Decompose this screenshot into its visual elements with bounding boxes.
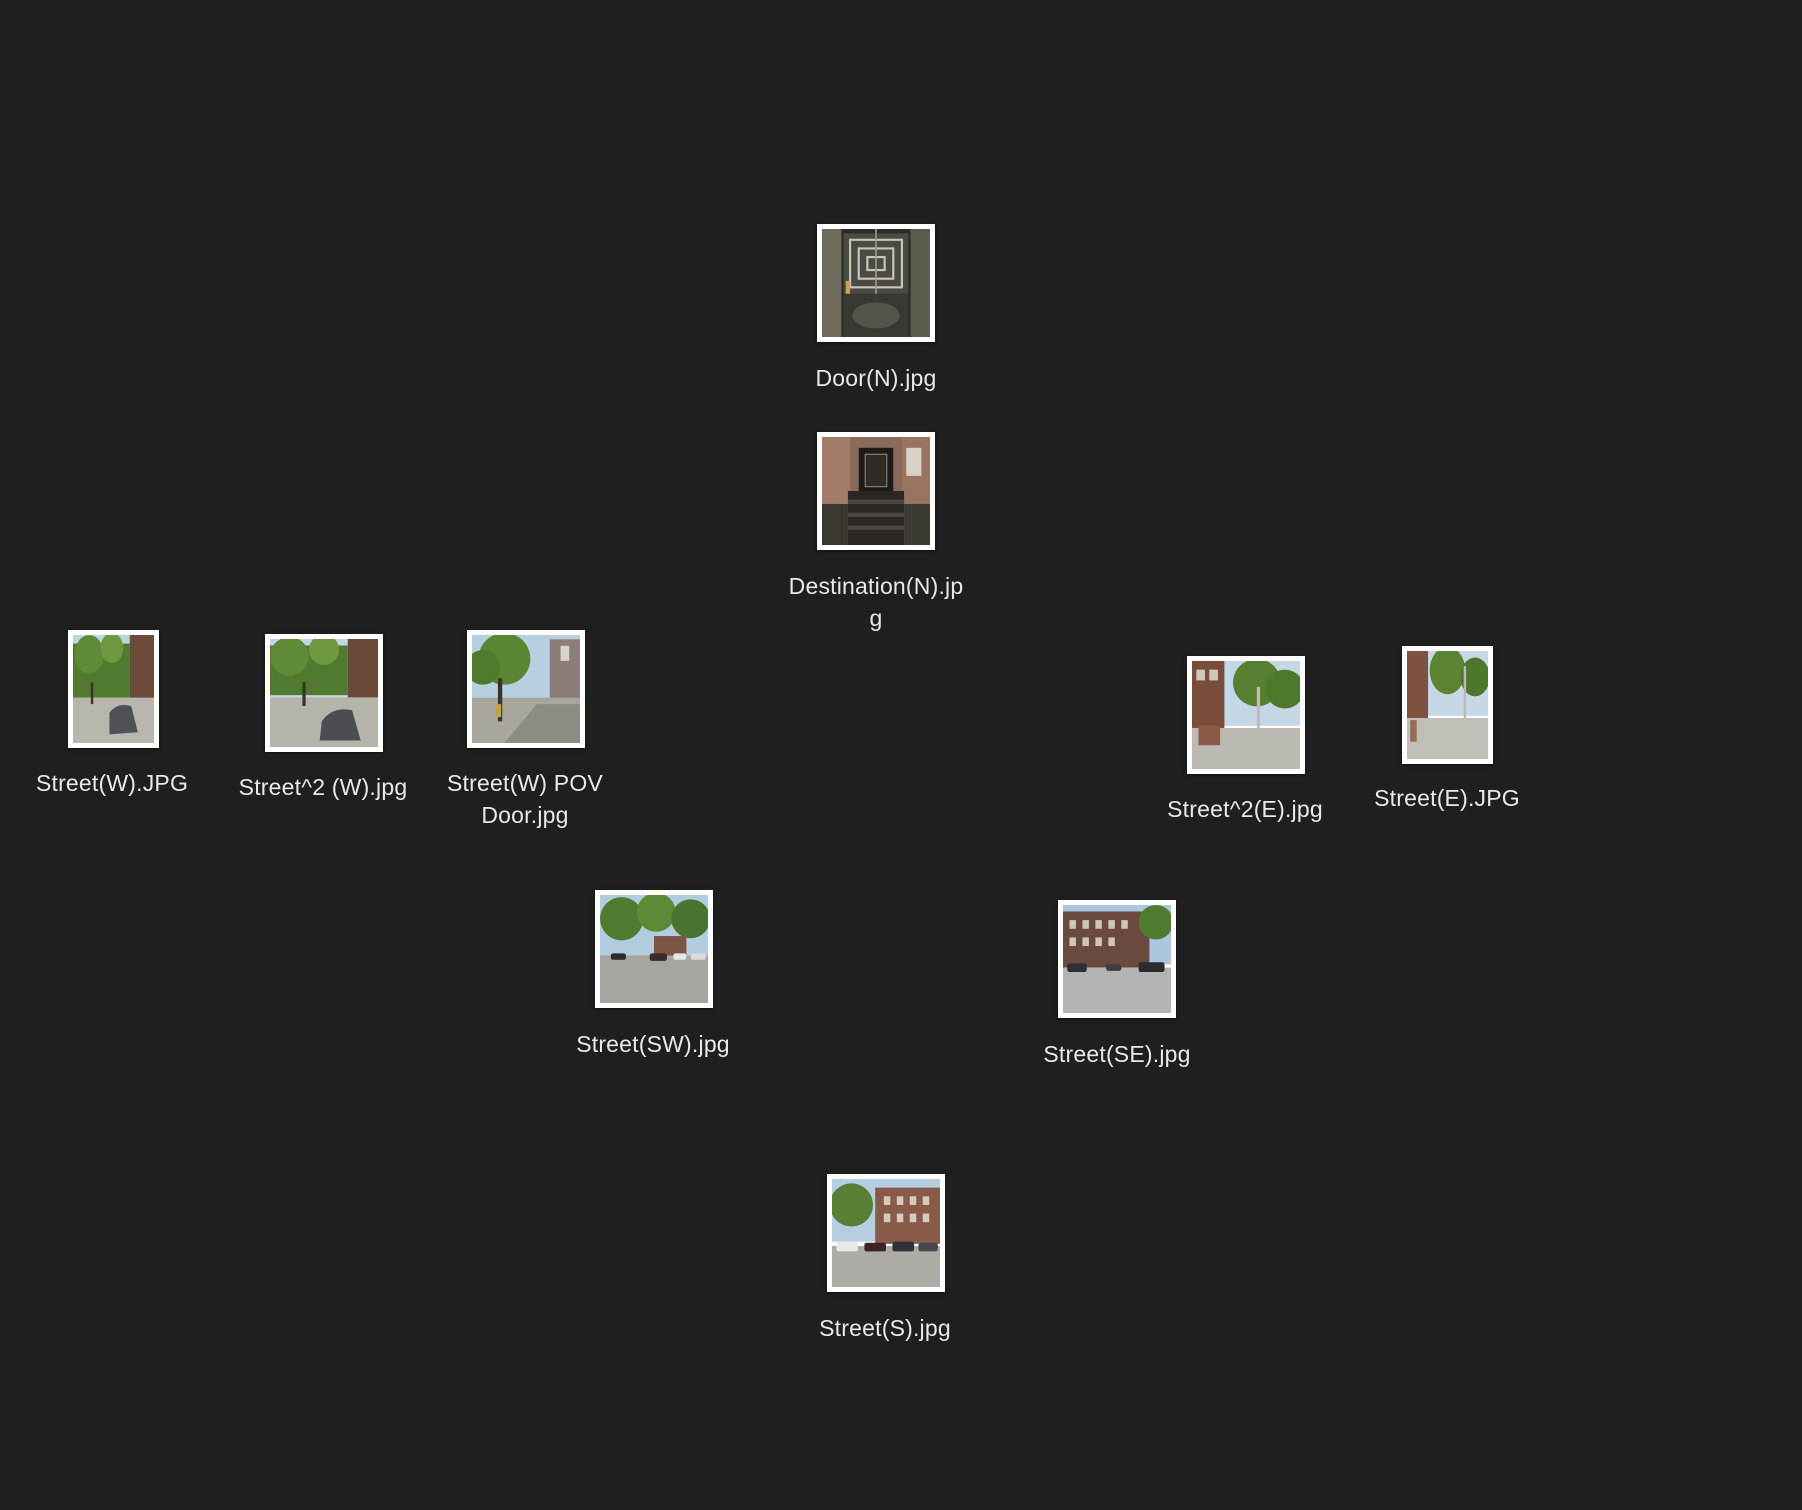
file-name-label: Door(N).jpg — [815, 365, 937, 391]
photo-thumbnail-icon[interactable] — [817, 224, 935, 342]
photo-thumbnail-icon[interactable] — [827, 1174, 945, 1292]
photo-thumbnail-icon[interactable] — [265, 634, 383, 752]
desktop[interactable]: Door(N).jpg Destination(N).jp g Street(W… — [0, 0, 1802, 1510]
file-name-label: Street(W).JPG — [35, 770, 189, 796]
file-name-label: Street(SW).jpg — [576, 1031, 730, 1057]
file-name-label: Street(S).jpg — [819, 1315, 951, 1341]
file-name-label: Street(E).JPG — [1374, 785, 1520, 811]
photo-thumbnail-icon[interactable] — [68, 630, 159, 748]
file-name-label: Street(SE).jpg — [1043, 1041, 1191, 1067]
photo-thumbnail-icon[interactable] — [1058, 900, 1176, 1018]
photo-thumbnail-icon[interactable] — [595, 890, 713, 1008]
photo-thumbnail-icon[interactable] — [1402, 646, 1493, 764]
file-name-label: Street^2(E).jpg — [1167, 796, 1323, 822]
file-name-label: Destination(N).jp g — [788, 573, 964, 631]
photo-thumbnail-icon[interactable] — [1187, 656, 1305, 774]
file-name-label: Street(W) POV Door.jpg — [447, 770, 603, 828]
photo-thumbnail-icon[interactable] — [467, 630, 585, 748]
photo-thumbnail-icon[interactable] — [817, 432, 935, 550]
file-name-label: Street^2 (W).jpg — [238, 774, 408, 800]
